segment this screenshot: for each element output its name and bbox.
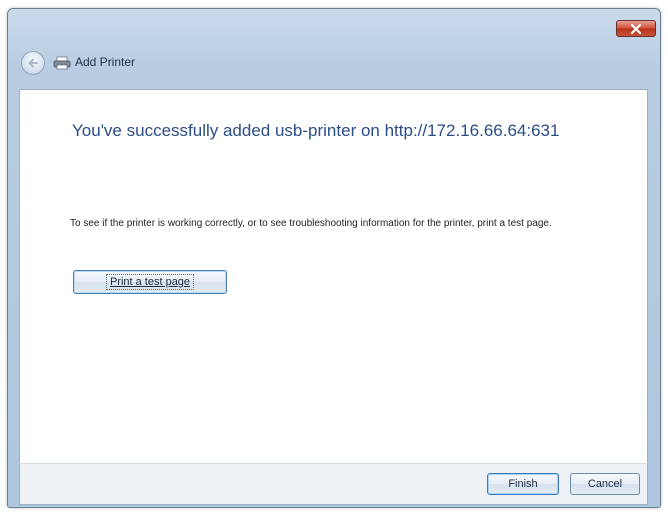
printer-icon — [53, 56, 71, 70]
print-test-page-label: Print a test page — [105, 274, 195, 290]
wizard-content: You've successfully added usb-printer on… — [19, 89, 648, 463]
print-test-page-button[interactable]: Print a test page — [73, 270, 227, 294]
wizard-footer: Finish Cancel — [19, 463, 648, 505]
title-bar: Add Printer — [8, 9, 660, 89]
page-heading: You've successfully added usb-printer on… — [72, 121, 560, 140]
back-arrow-icon — [28, 58, 38, 68]
close-icon — [630, 23, 642, 34]
back-button[interactable] — [21, 51, 45, 75]
add-printer-window: Add Printer You've successfully added us… — [7, 8, 661, 508]
close-button[interactable] — [616, 20, 656, 37]
window-title: Add Printer — [75, 55, 136, 69]
cancel-button[interactable]: Cancel — [570, 473, 640, 495]
instruction-text: To see if the printer is working correct… — [70, 218, 552, 229]
finish-button[interactable]: Finish — [487, 473, 559, 495]
